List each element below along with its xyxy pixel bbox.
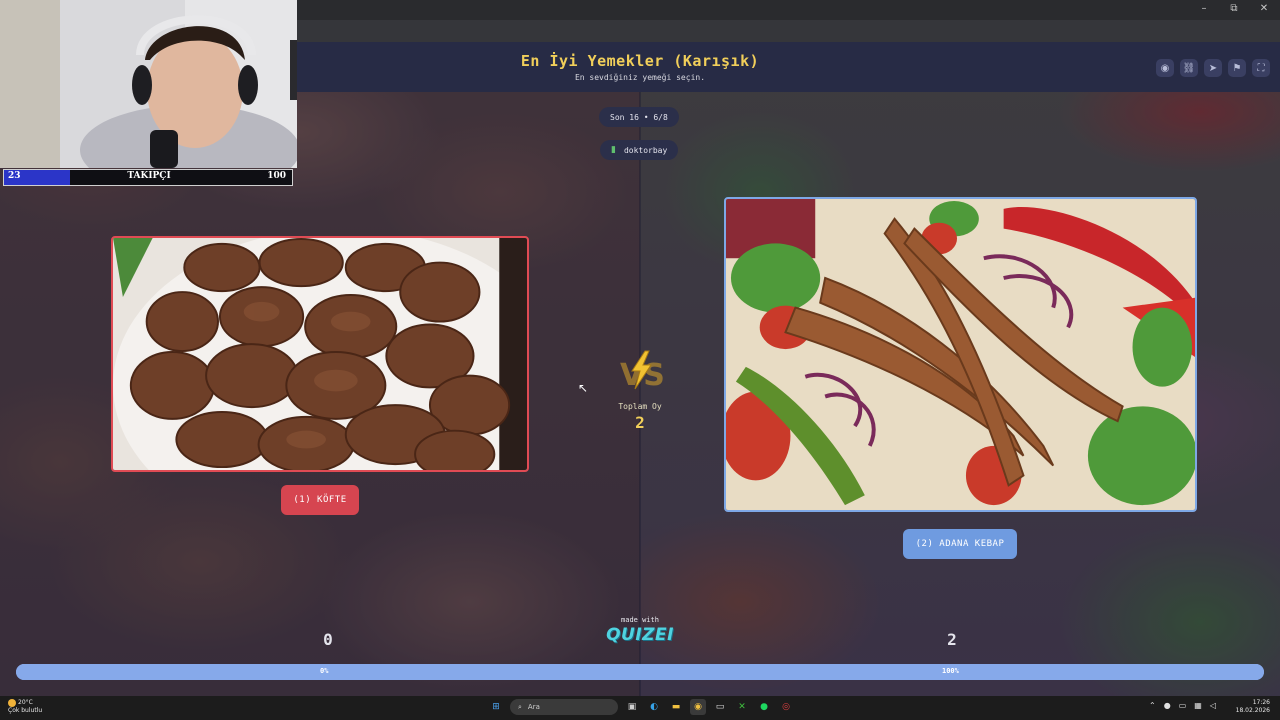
file-explorer-icon[interactable]: ▬ xyxy=(668,699,684,715)
microphone-icon[interactable]: ● xyxy=(1164,701,1171,710)
search-placeholder: Ara xyxy=(527,703,540,711)
follower-label: TAKIPÇI xyxy=(127,171,171,181)
user-badge: ▮ doktorbay xyxy=(600,140,679,160)
chrome-icon[interactable]: ◉ xyxy=(690,699,706,715)
minimize-button[interactable]: – xyxy=(1198,3,1210,14)
mouse-cursor-icon: ↖ xyxy=(578,381,589,395)
volume-icon[interactable]: ◁ xyxy=(1210,701,1216,710)
link-icon[interactable]: ⛓ xyxy=(1180,59,1198,77)
quizei-logo[interactable]: QUIZEI xyxy=(600,625,680,645)
taskbar-search[interactable]: ⌕ Ara xyxy=(510,699,618,715)
spotify-icon[interactable]: ● xyxy=(756,699,772,715)
round-indicator: Son 16 • 6/8 xyxy=(599,107,679,127)
system-tray: ⌃ ● ▭ ▦ ◁ xyxy=(1149,701,1216,710)
header-actions: ◉ ⛓ ➤ ⚑ ⛶ xyxy=(1156,59,1270,77)
clock-date: 18.02.2026 xyxy=(1235,707,1270,714)
follower-goal-bar: 23 TAKIPÇI 100 xyxy=(3,169,293,186)
option-right-image[interactable] xyxy=(724,197,1197,512)
vote-progress-bar: 0% 100% xyxy=(16,664,1264,680)
window-controls: – ⧉ ✕ xyxy=(1198,3,1270,14)
right-percent: 100% xyxy=(942,667,959,675)
close-button[interactable]: ✕ xyxy=(1258,3,1270,14)
total-votes-label: Toplam Oy xyxy=(618,402,662,411)
xbox-icon[interactable]: ✕ xyxy=(734,699,750,715)
vs-lightning-icon: VS xyxy=(618,349,665,393)
start-icon[interactable]: ⊞ xyxy=(488,699,504,715)
taskbar-clock[interactable]: 17:26 18.02.2026 xyxy=(1236,699,1270,715)
center-divider xyxy=(639,92,641,696)
task-view-icon[interactable]: ▣ xyxy=(624,699,640,715)
edge-icon[interactable]: ◐ xyxy=(646,699,662,715)
username: doktorbay xyxy=(623,145,668,155)
user-icon: ▮ xyxy=(611,145,616,155)
webcam-overlay xyxy=(0,0,297,168)
made-with-text: made with xyxy=(621,616,659,624)
weather-widget[interactable]: 20°C Çok bulutlu xyxy=(8,699,42,715)
send-icon[interactable]: ➤ xyxy=(1204,59,1222,77)
vote-left-button[interactable]: (1) KÖFTE xyxy=(281,485,359,515)
tray-expand-icon[interactable]: ⌃ xyxy=(1149,701,1156,710)
flag-icon[interactable]: ⚑ xyxy=(1228,59,1246,77)
network-icon[interactable]: ▦ xyxy=(1194,701,1202,710)
taskbar-apps: ⊞ ⌕ Ara ▣ ◐ ▬ ◉ ▭ ✕ ● ◎ xyxy=(488,699,794,715)
weather-desc: Çok bulutlu xyxy=(8,707,43,714)
weather-icon xyxy=(8,699,16,707)
left-percent: 0% xyxy=(320,667,329,675)
option-left-image[interactable] xyxy=(111,236,529,472)
display-icon[interactable]: ▭ xyxy=(1179,701,1187,710)
vote-right-button[interactable]: (2) ADANA KEBAP xyxy=(903,529,1017,559)
search-icon: ⌕ xyxy=(518,702,522,711)
eye-icon[interactable]: ◉ xyxy=(1156,59,1174,77)
maximize-button[interactable]: ⧉ xyxy=(1228,3,1240,14)
fullscreen-icon[interactable]: ⛶ xyxy=(1252,59,1270,77)
taskbar: 20°C Çok bulutlu ⊞ ⌕ Ara ▣ ◐ ▬ ◉ ▭ ✕ ● ◎… xyxy=(0,696,1280,720)
right-vote-count: 2 xyxy=(947,630,957,649)
follower-goal: 100 xyxy=(267,171,286,181)
total-votes-value: 2 xyxy=(635,413,645,432)
chrome-alt-icon[interactable]: ◎ xyxy=(778,699,794,715)
weather-temp: 20°C xyxy=(18,699,33,706)
progress-right-fill xyxy=(16,664,1264,680)
left-vote-count: 0 xyxy=(323,630,333,649)
terminal-icon[interactable]: ▭ xyxy=(712,699,728,715)
clock-time: 17:26 xyxy=(1252,699,1270,706)
